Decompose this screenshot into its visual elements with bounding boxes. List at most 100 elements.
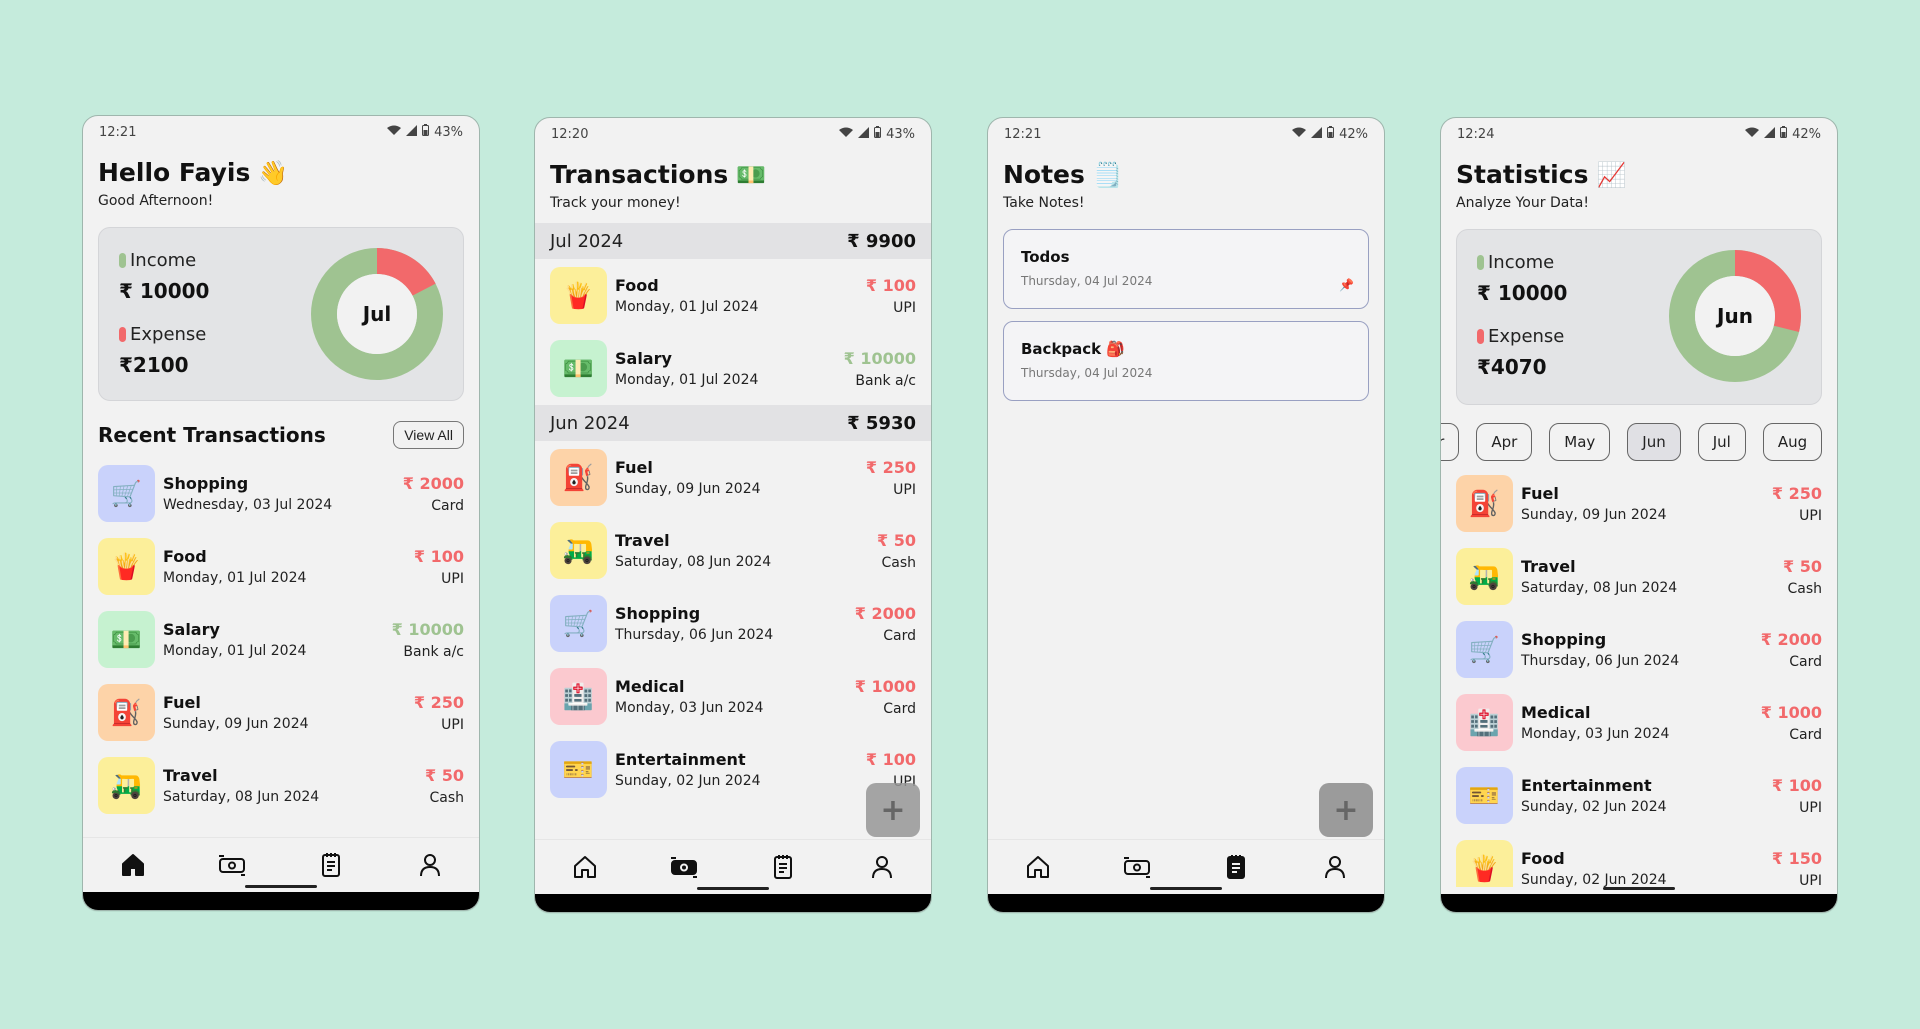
donut-chart: Jun — [1669, 250, 1801, 382]
nav-transactions-icon[interactable] — [212, 845, 252, 885]
income-value: ₹ 10000 — [1477, 281, 1568, 305]
cash-icon: 💵 — [98, 611, 155, 668]
transaction-row[interactable]: 💵 Salary Monday, 01 Jul 2024 ₹ 10000 Bank a/… — [535, 332, 931, 405]
income-pill-icon — [119, 253, 126, 268]
nav-transactions-icon[interactable] — [664, 847, 704, 887]
nav-transactions-icon[interactable] — [1117, 847, 1157, 887]
transaction-date: Wednesday, 03 Jul 2024 — [163, 497, 333, 513]
nav-notes-icon[interactable] — [763, 847, 803, 887]
transaction-row[interactable]: 🛺 Travel Saturday, 08 Jun 2024 ₹ 50 Cash — [535, 514, 931, 587]
transaction-row[interactable]: ⛽ Fuel Sunday, 09 Jun 2024 ₹ 250 UPI — [1441, 467, 1837, 540]
battery-icon — [1780, 126, 1788, 142]
battery-level: 42% — [1339, 126, 1368, 142]
payment-method: UPI — [441, 716, 464, 733]
month-chip[interactable]: May — [1549, 423, 1611, 461]
transaction-row[interactable]: ⛽ Fuel Sunday, 09 Jun 2024 ₹ 250 UPI — [535, 441, 931, 514]
transaction-name: Salary — [615, 349, 672, 368]
transaction-amount: ₹ 2000 — [854, 603, 916, 623]
waving-hand-icon: 👋 — [258, 158, 289, 187]
payment-method: Card — [883, 627, 916, 644]
nav-notes-icon[interactable] — [311, 845, 351, 885]
page-header: Notes 🗒️ Take Notes! — [988, 146, 1384, 211]
nav-profile-icon[interactable] — [410, 845, 450, 885]
home-indicator[interactable] — [245, 885, 317, 888]
month-label: Jul 2024 — [550, 230, 624, 252]
transaction-date: Monday, 03 Jun 2024 — [1521, 726, 1670, 742]
month-chip[interactable]: Aug — [1762, 423, 1823, 461]
transaction-row[interactable]: 🍟 Food Sunday, 02 Jun 2024 ₹ 150 UPI — [1441, 832, 1837, 887]
note-card[interactable]: Backpack 🎒 Thursday, 04 Jul 2024 — [1003, 321, 1369, 401]
transaction-row[interactable]: 🛺 Travel Saturday, 08 Jun 2024 ₹ 50 Cash — [1441, 540, 1837, 613]
month-chip[interactable]: Jun — [1627, 423, 1681, 461]
bottom-nav — [535, 839, 931, 894]
transaction-row[interactable]: 🛒 Shopping Thursday, 06 Jun 2024 ₹ 2000 Card — [1441, 613, 1837, 686]
page-title: Hello Fayis — [98, 158, 251, 187]
transaction-date: Saturday, 08 Jun 2024 — [163, 789, 320, 805]
transaction-row[interactable]: 🍟 Food Monday, 01 Jul 2024 ₹ 100 UPI — [83, 530, 479, 603]
transaction-row[interactable]: 🏥 Medical Monday, 03 Jun 2024 ₹ 1000 Card — [535, 660, 931, 733]
transaction-row[interactable]: ⛽ Fuel Sunday, 09 Jun 2024 ₹ 250 UPI — [83, 676, 479, 749]
transaction-row[interactable]: 🛒 Shopping Wednesday, 03 Jul 2024 ₹ 2000 Car… — [83, 457, 479, 530]
transaction-row[interactable]: 🛺 Travel Saturday, 08 Jun 2024 ₹ 50 Cash — [83, 749, 479, 822]
home-indicator[interactable] — [697, 887, 769, 890]
transaction-amount: ₹ 1000 — [1760, 702, 1822, 722]
shopping-cart-icon: 🛒 — [1456, 621, 1513, 678]
status-bar: 12:21 43% — [83, 116, 479, 144]
transaction-amount: ₹ 100 — [1771, 775, 1822, 795]
income-label: Income — [1488, 252, 1555, 273]
gesture-bar — [1441, 894, 1837, 912]
nav-home-icon[interactable] — [113, 845, 153, 885]
home-indicator[interactable] — [1150, 887, 1222, 890]
month-label: Jun 2024 — [550, 412, 630, 434]
status-time: 12:21 — [1004, 126, 1042, 142]
transaction-name: Entertainment — [615, 750, 746, 769]
month-chip[interactable]: Apr — [1476, 423, 1533, 461]
transaction-row[interactable]: 🏥 Medical Monday, 03 Jun 2024 ₹ 1000 Card — [1441, 686, 1837, 759]
add-note-button[interactable]: + — [1319, 783, 1373, 837]
payment-method: Cash — [881, 554, 916, 571]
donut-chart: Jul — [311, 248, 443, 380]
transaction-row[interactable]: 🎫 Entertainment Sunday, 02 Jun 2024 ₹ 100 UP… — [1441, 759, 1837, 832]
notepad-icon: 🗒️ — [1092, 160, 1123, 189]
page-title: Statistics — [1456, 160, 1589, 189]
nav-home-icon[interactable] — [1018, 847, 1058, 887]
note-date: Thursday, 04 Jul 2024 — [1021, 366, 1153, 380]
status-bar: 12:20 43% — [535, 118, 931, 146]
transaction-row[interactable]: 🛒 Shopping Thursday, 06 Jun 2024 ₹ 2000 Card — [535, 587, 931, 660]
nav-home-icon[interactable] — [565, 847, 605, 887]
hospital-icon: 🏥 — [550, 668, 607, 725]
gesture-bar — [535, 894, 931, 912]
nav-notes-icon[interactable] — [1216, 847, 1256, 887]
cash-icon: 💵 — [550, 340, 607, 397]
status-time: 12:21 — [99, 124, 137, 140]
transaction-amount: ₹ 250 — [865, 457, 916, 477]
ticket-icon: 🎫 — [550, 741, 607, 798]
page-subtitle: Good Afternoon! — [98, 193, 214, 209]
month-chip[interactable]: Mar — [1441, 423, 1460, 461]
status-bar: 12:24 42% — [1441, 118, 1837, 146]
page-subtitle: Take Notes! — [1003, 195, 1085, 211]
page-header: Statistics 📈 Analyze Your Data! — [1441, 146, 1837, 211]
nav-profile-icon[interactable] — [862, 847, 902, 887]
payment-method: Cash — [1787, 580, 1822, 597]
payment-method: Card — [883, 700, 916, 717]
transaction-row[interactable]: 🍟 Food Monday, 01 Jul 2024 ₹ 100 UPI — [535, 259, 931, 332]
income-value: ₹ 10000 — [119, 279, 210, 303]
nav-profile-icon[interactable] — [1315, 847, 1355, 887]
transaction-date: Sunday, 09 Jun 2024 — [615, 481, 761, 497]
payment-method: Cash — [429, 789, 464, 806]
wifi-icon — [387, 125, 402, 140]
transaction-amount: ₹ 100 — [865, 749, 916, 769]
transaction-date: Monday, 01 Jul 2024 — [163, 570, 307, 586]
month-chip[interactable]: Jul — [1697, 423, 1746, 461]
transaction-date: Monday, 03 Jun 2024 — [615, 700, 764, 716]
statistics-screen: 12:24 42% Statistics 📈 Analyze Your Data… — [1440, 117, 1838, 913]
home-indicator[interactable] — [1603, 887, 1675, 890]
view-all-button[interactable]: View All — [393, 421, 464, 449]
fuel-pump-icon: ⛽ — [98, 684, 155, 741]
note-card[interactable]: Todos Thursday, 04 Jul 2024 📌 — [1003, 229, 1369, 309]
income-label: Income — [130, 250, 197, 271]
transaction-row[interactable]: 💵 Salary Monday, 01 Jul 2024 ₹ 10000 Bank a/… — [83, 603, 479, 676]
transaction-amount: ₹ 100 — [413, 546, 464, 566]
add-transaction-button[interactable]: + — [866, 783, 920, 837]
